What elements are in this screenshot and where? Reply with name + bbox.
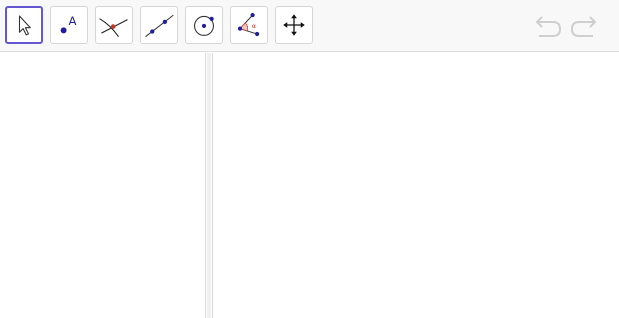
line-icon (145, 14, 174, 38)
circle-icon (194, 15, 214, 36)
move-arrows-icon (283, 14, 305, 36)
undo-icon (535, 16, 562, 37)
toolbar: A α (0, 0, 619, 52)
move-tool-button[interactable] (5, 6, 43, 44)
move-graphics-view-tool-button[interactable] (275, 6, 313, 44)
graphics-view[interactable] (213, 53, 619, 318)
angle-tool-label: α (252, 23, 256, 30)
intersect-tool-button[interactable] (95, 6, 133, 44)
intersect-icon (99, 18, 128, 38)
angle-icon: α (237, 13, 260, 37)
point-tool-label: A (69, 14, 77, 28)
angle-tool-button[interactable]: α (230, 6, 268, 44)
view-splitter-handle[interactable] (207, 53, 211, 318)
point-icon: A (60, 14, 77, 34)
redo-icon (570, 16, 597, 37)
redo-button[interactable] (569, 12, 599, 40)
point-tool-button[interactable]: A (50, 6, 88, 44)
line-tool-button[interactable] (140, 6, 178, 44)
circle-tool-button[interactable] (185, 6, 223, 44)
algebra-view[interactable] (0, 53, 205, 318)
undo-button[interactable] (533, 12, 563, 40)
view-splitter[interactable] (205, 53, 213, 318)
arrow-pointer-icon (18, 15, 31, 36)
geogebra-app: A α (0, 0, 619, 318)
